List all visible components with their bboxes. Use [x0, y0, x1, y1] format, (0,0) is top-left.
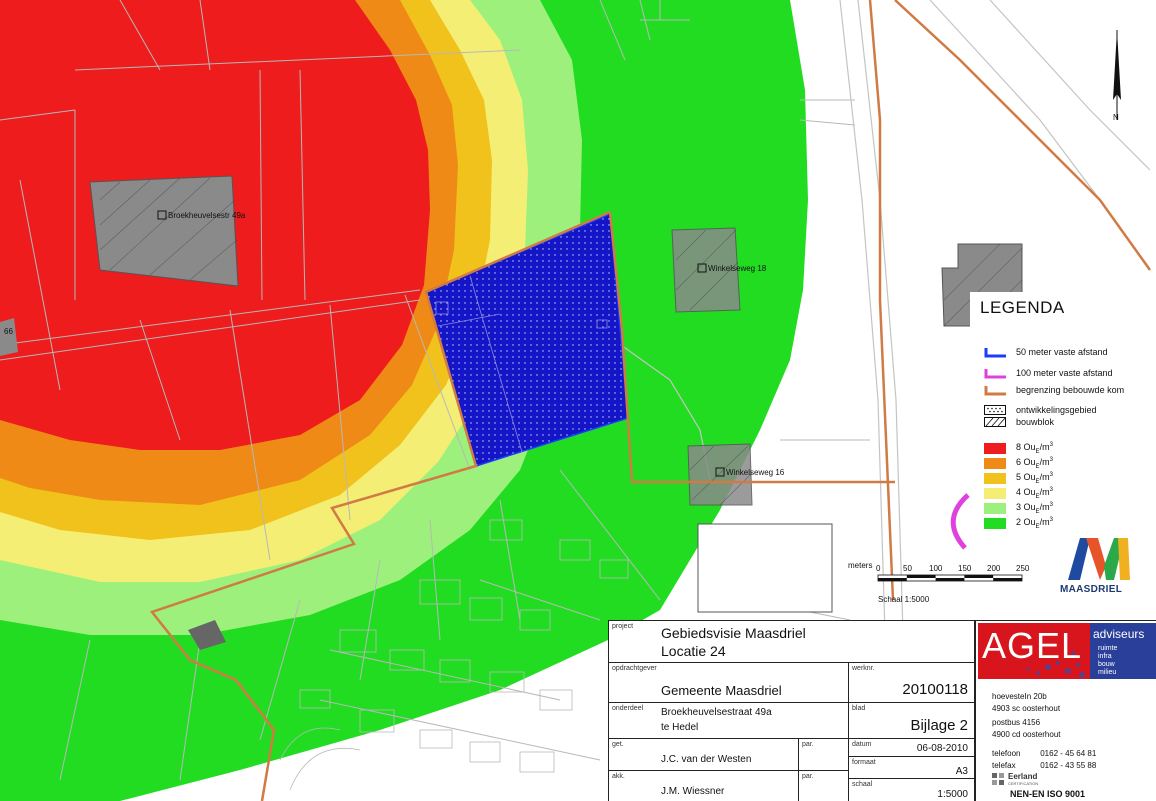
tb-part: onderdeel Broekheuvelsestraat 49a te Hed…	[609, 703, 849, 739]
tb-sheet: blad Bijlage 2	[849, 703, 975, 739]
label-winkelse-18: Winkelseweg 18	[708, 264, 767, 273]
north-arrow-icon: N	[1113, 30, 1121, 122]
hatched-swatch-icon	[984, 417, 1006, 427]
agel-block: AGEL adviseurs ruimte infra bouw milieu …	[975, 621, 1156, 801]
format-value: A3	[955, 766, 968, 777]
agel-fax: telefax 0162 - 43 55 88	[992, 761, 1097, 770]
svg-text:0: 0	[876, 564, 881, 573]
svg-text:250: 250	[1016, 564, 1030, 573]
tb-project: project Gebiedsvisie Maasdriel Locatie 2…	[609, 621, 975, 663]
tb-date: datum 06-08-2010	[849, 739, 975, 757]
part-street: Broekheuvelsestraat 49a	[661, 707, 772, 718]
legend-odour-5: 5 OuE/m3	[984, 471, 1053, 485]
label-left-edge: 66	[4, 327, 13, 336]
svg-text:N: N	[1113, 113, 1119, 122]
label-broekheuvel: Broekheuvelsestr 49a	[168, 211, 246, 220]
scale-bar: meters 0 50 100 150 200 250 Schaal 1:500…	[848, 561, 1030, 604]
legend-odour-4: 4 OuE/m3	[984, 486, 1053, 500]
scale-value: 1:5000	[937, 789, 968, 800]
legend-item-50m: 50 meter vaste afstand	[984, 345, 1108, 359]
approved-by: J.M. Wiessner	[661, 786, 725, 797]
line-swatch-icon	[984, 348, 1006, 358]
tb-approved-par: par.	[799, 771, 849, 801]
legend: LEGENDA 50 meter vaste afstand 100 meter…	[970, 292, 1156, 552]
legend-item-bouwblok: bouwblok	[984, 415, 1054, 429]
line-swatch-icon	[984, 386, 1006, 396]
date-value: 06-08-2010	[916, 743, 968, 754]
line-swatch-icon	[984, 369, 1006, 379]
tb-approved: akk. J.M. Wiessner	[609, 771, 799, 801]
title-block: project Gebiedsvisie Maasdriel Locatie 2…	[608, 620, 1156, 801]
work-number: 20100118	[902, 681, 968, 698]
parcel-rect	[697, 523, 833, 613]
legend-item-100m: 100 meter vaste afstand	[984, 366, 1113, 380]
sheet-name: Bijlage 2	[910, 717, 968, 734]
tb-drawn-par: par.	[799, 739, 849, 771]
agel-logo: AGEL	[978, 623, 1090, 679]
drawn-by: J.C. van der Westen	[661, 754, 752, 765]
legend-odour-8: 8 OuE/m3	[984, 441, 1053, 455]
arc-100m	[950, 493, 970, 550]
project-name: Gebiedsvisie Maasdriel	[661, 625, 806, 641]
label-winkelse-16: Winkelseweg 16	[726, 468, 785, 477]
tb-drawn: get. J.C. van der Westen	[609, 739, 799, 771]
agel-phone: telefoon 0162 - 45 64 81	[992, 749, 1097, 758]
map-stage: Broekheuvelsestr 49a Winkelseweg 18 Wink…	[0, 0, 1156, 801]
tb-format: formaat A3	[849, 757, 975, 779]
client-name: Gemeente Maasdriel	[661, 683, 782, 698]
svg-text:Schaal 1:5000: Schaal 1:5000	[878, 595, 930, 604]
svg-text:200: 200	[987, 564, 1001, 573]
legend-title: LEGENDA	[980, 298, 1065, 317]
dotted-swatch-icon	[984, 405, 1006, 415]
legend-odour-3: 3 OuE/m3	[984, 501, 1053, 515]
agel-address: hoevesteIn 20b 4903 sc oosterhout postbu…	[992, 692, 1061, 739]
legend-odour-6: 6 OuE/m3	[984, 456, 1053, 470]
svg-text:150: 150	[958, 564, 972, 573]
tb-workno: werknr. 20100118	[849, 663, 975, 703]
tb-client: opdrachtgever Gemeente Maasdriel	[609, 663, 849, 703]
tb-scale: schaal 1:5000	[849, 779, 975, 801]
legend-odour-2: 2 OuE/m3	[984, 516, 1053, 530]
maasdriel-logo-text: MAASDRIEL	[1060, 584, 1123, 595]
project-location: Locatie 24	[661, 643, 726, 659]
svg-text:meters: meters	[848, 561, 872, 570]
legend-item-boundary: begrenzing bebouwde kom	[984, 383, 1124, 397]
svg-text:50: 50	[903, 564, 912, 573]
part-place: te Hedel	[661, 722, 699, 733]
svg-text:100: 100	[929, 564, 943, 573]
agel-adviseurs: adviseurs ruimte infra bouw milieu	[1090, 623, 1156, 679]
maasdriel-logo: MAASDRIEL	[1058, 530, 1138, 600]
maasdriel-logo-icon	[1068, 538, 1130, 580]
